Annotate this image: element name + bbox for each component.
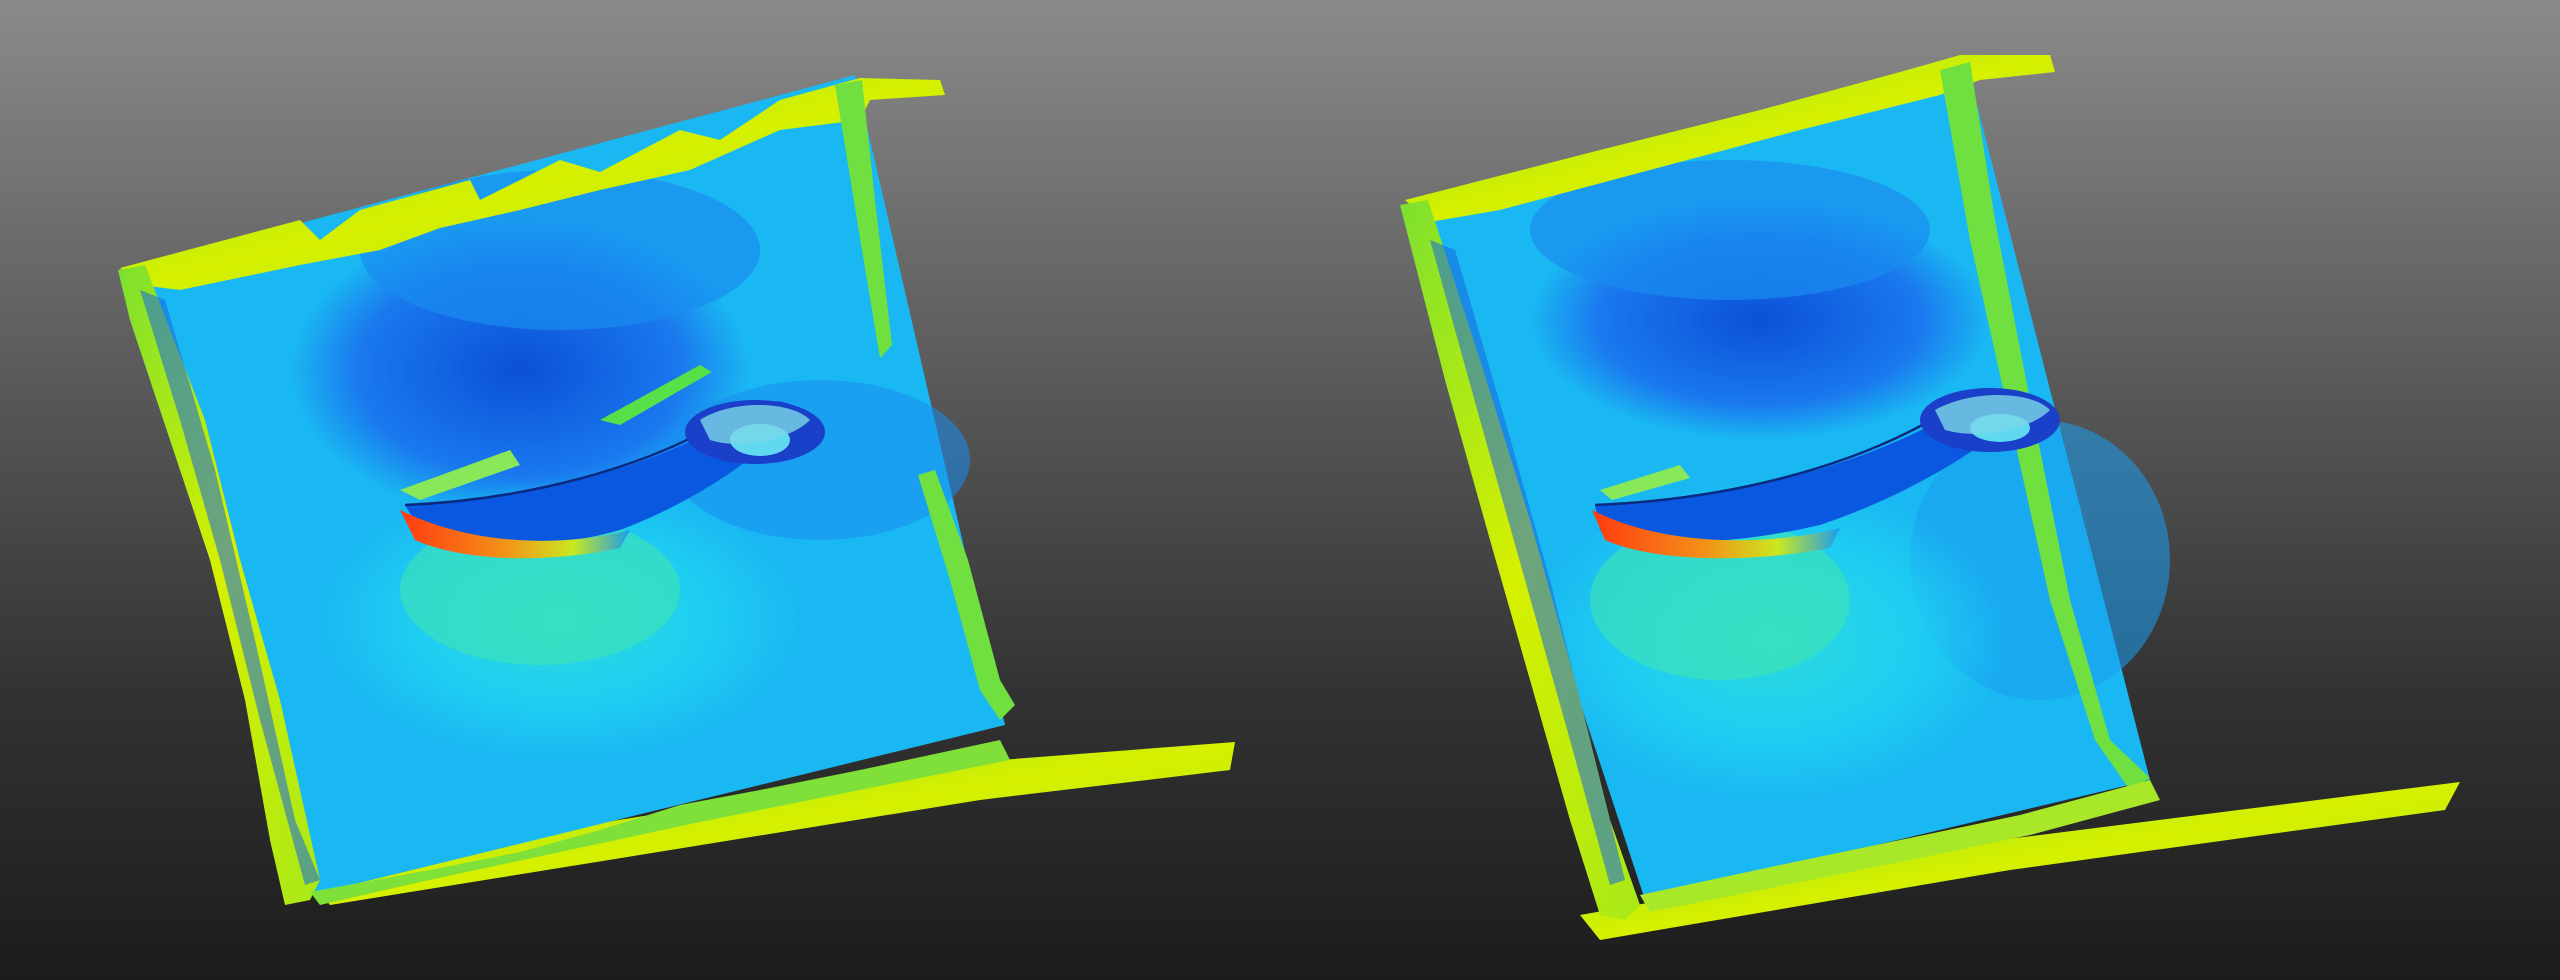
render-viewport: [0, 0, 2560, 980]
render-scene: [118, 55, 2460, 940]
right-view: [1400, 55, 2460, 940]
left-view: [118, 75, 1235, 905]
